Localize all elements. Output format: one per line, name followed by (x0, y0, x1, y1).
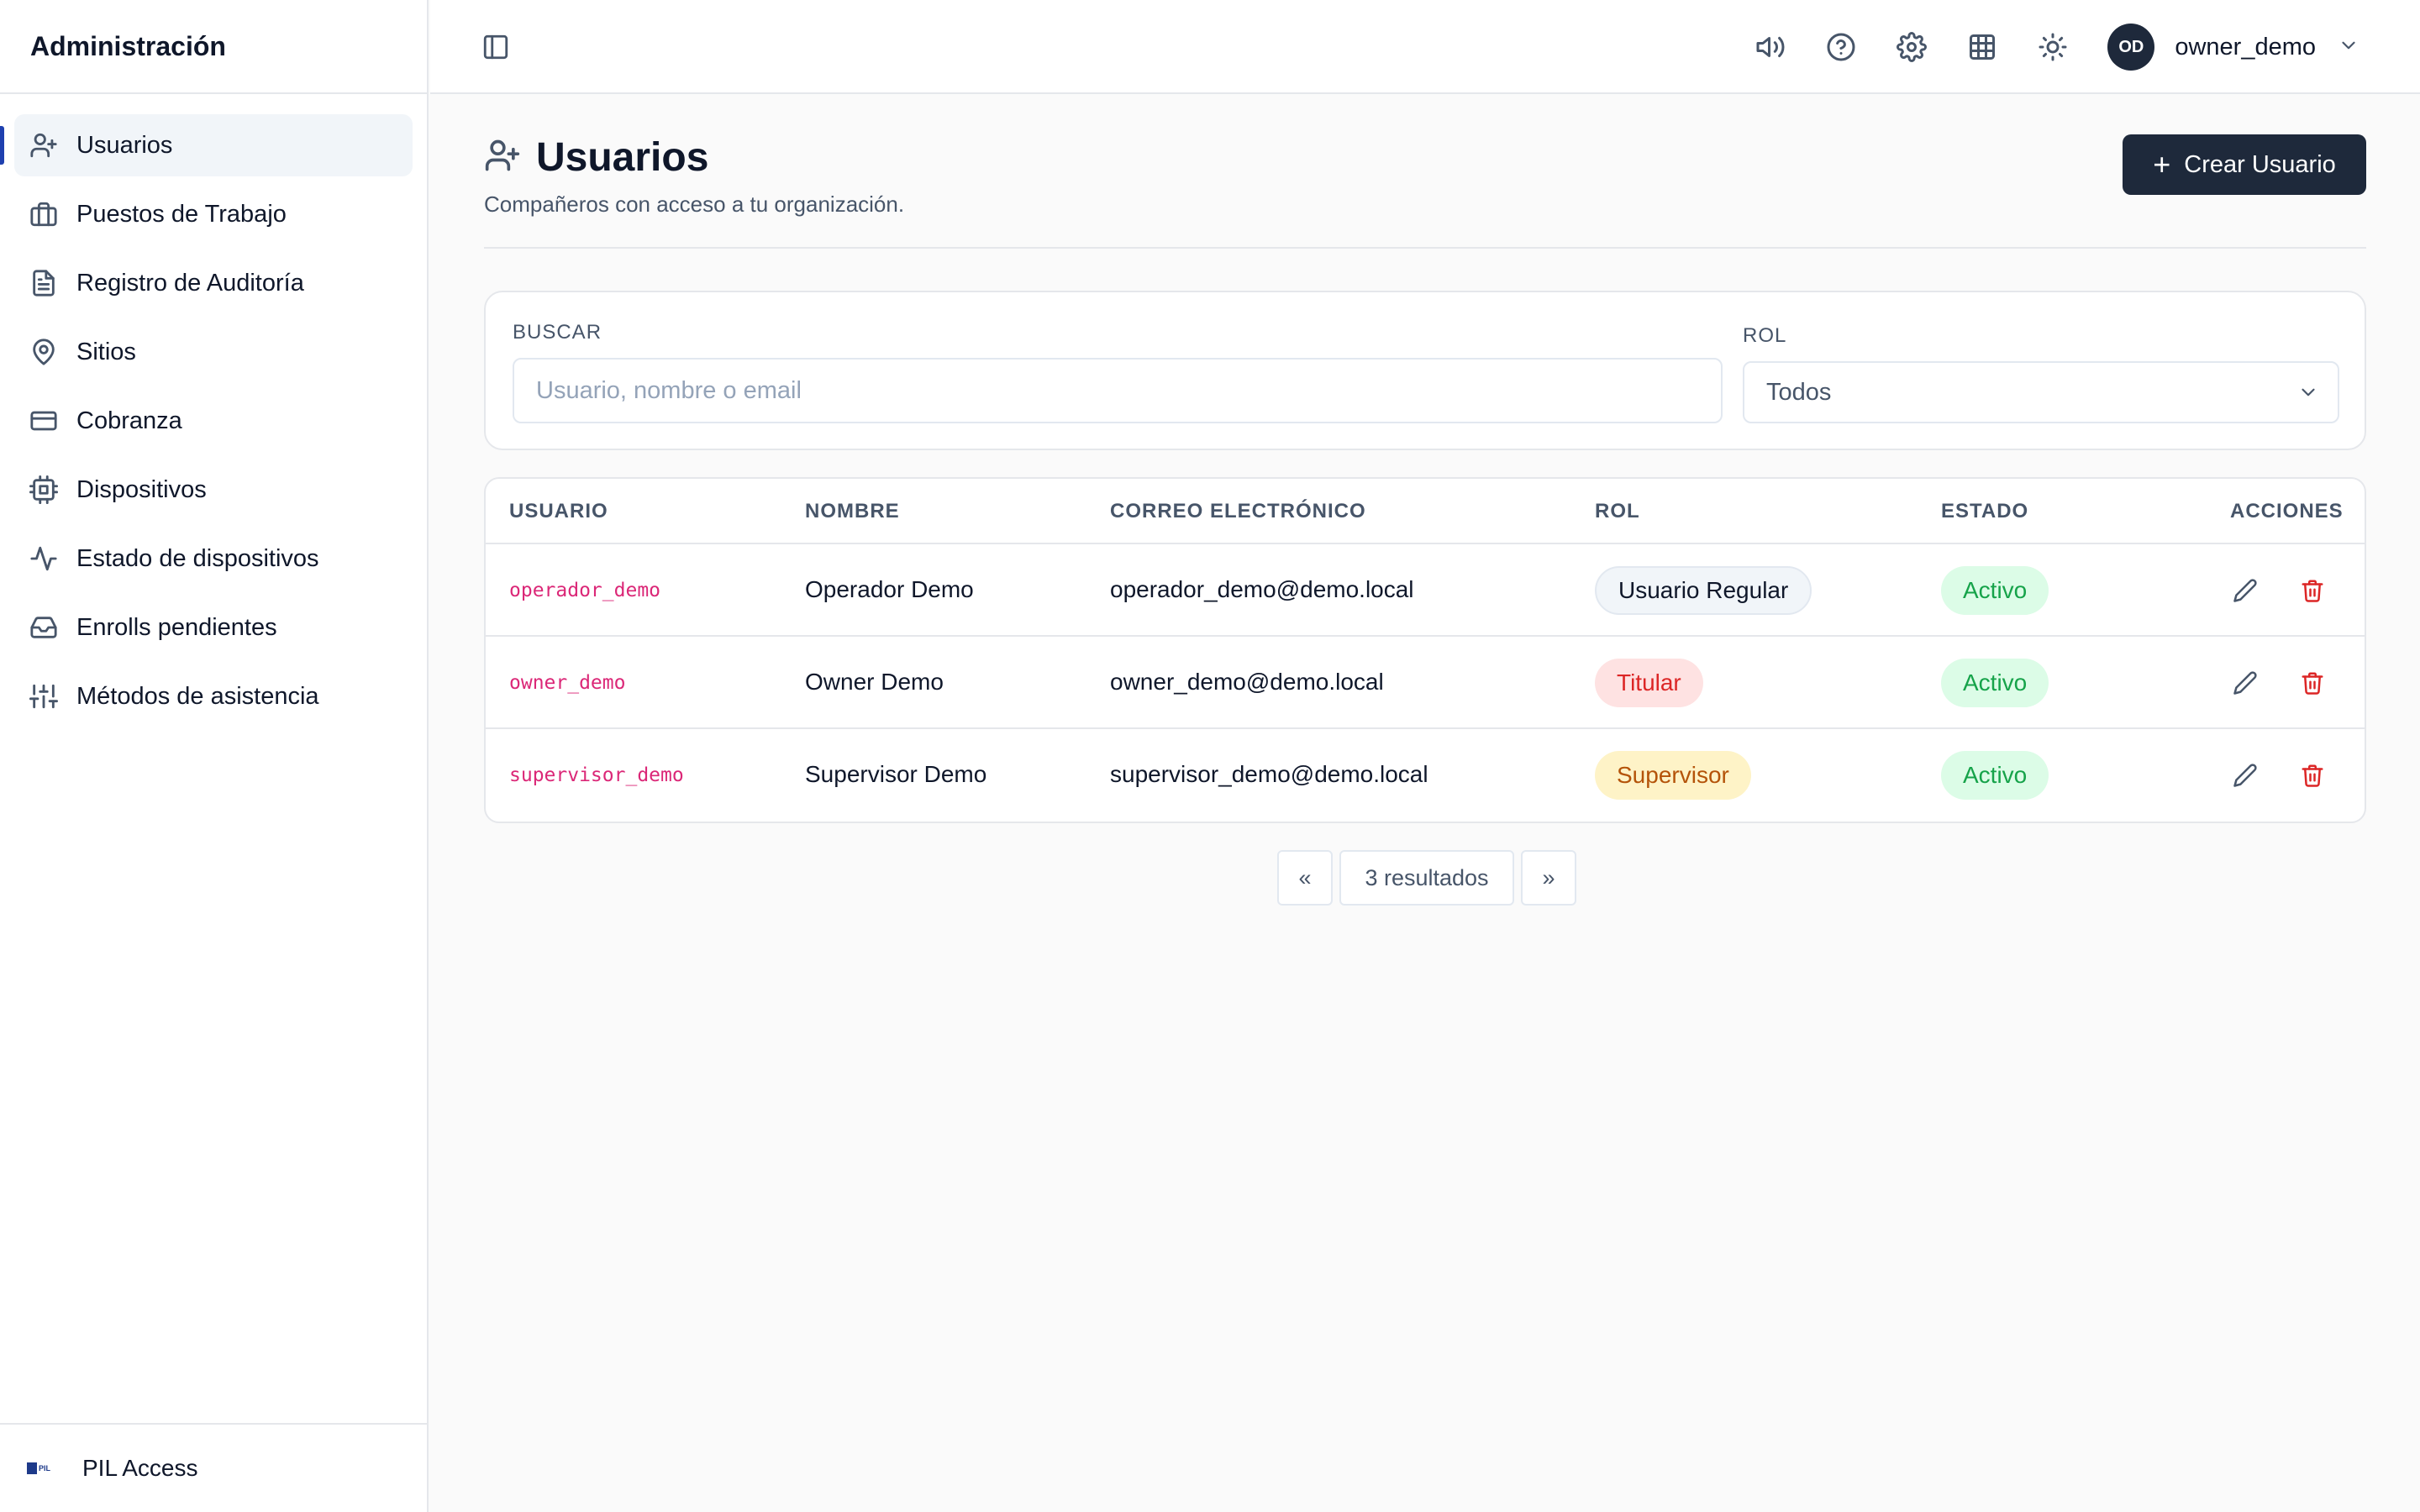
volume-icon[interactable] (1754, 31, 1786, 63)
sliders-icon (29, 682, 58, 711)
sidebar-item-label: Estado de dispositivos (76, 544, 319, 572)
column-header-name: NOMBRE (805, 500, 900, 522)
sidebar-item-sitios[interactable]: Sitios (14, 321, 413, 383)
prev-page-button[interactable]: « (1277, 850, 1333, 906)
edit-icon[interactable] (2231, 669, 2260, 697)
sidebar-item-usuarios[interactable]: Usuarios (0, 114, 413, 176)
sun-icon[interactable] (2037, 31, 2069, 63)
sidebar-item-metodos[interactable]: Métodos de asistencia (14, 665, 413, 727)
inbox-icon (29, 613, 58, 642)
sidebar-item-estado-dispositivos[interactable]: Estado de dispositivos (14, 528, 413, 590)
topbar-actions: OD owner_demo (1754, 0, 2420, 94)
table-row: operador_demo Operador Demo operador_dem… (486, 544, 2365, 637)
column-header-email: CORREO ELECTRÓNICO (1110, 500, 1366, 522)
sidebar-item-label: Sitios (76, 338, 136, 365)
table-row: owner_demo Owner Demo owner_demo@demo.lo… (486, 637, 2365, 729)
sidebar-item-label: Enrolls pendientes (76, 613, 277, 641)
cell-username[interactable]: operador_demo (509, 580, 660, 601)
page-subtitle: Compañeros con acceso a tu organización. (484, 192, 905, 217)
edit-icon[interactable] (2231, 576, 2260, 605)
column-header-actions: ACCIONES (2230, 500, 2344, 522)
cell-name: Owner Demo (805, 669, 944, 695)
sidebar-item-label: Dispositivos (76, 475, 207, 503)
topbar: OD owner_demo (430, 0, 2420, 94)
file-text-icon (29, 269, 58, 297)
role-select-value: Todos (1766, 378, 1832, 406)
role-badge: Supervisor (1595, 751, 1751, 800)
sidebar-footer[interactable]: PIL PIL Access (0, 1423, 427, 1512)
sidebar-item-label: Métodos de asistencia (76, 682, 319, 710)
sidebar-item-auditoria[interactable]: Registro de Auditoría (14, 252, 413, 314)
search-input[interactable] (513, 358, 1723, 423)
users-table: USUARIO NOMBRE CORREO ELECTRÓNICO ROL ES… (484, 477, 2366, 823)
edit-icon[interactable] (2231, 761, 2260, 790)
help-circle-icon[interactable] (1825, 31, 1857, 63)
role-badge: Titular (1595, 659, 1703, 707)
activity-icon (29, 544, 58, 573)
status-badge: Activo (1941, 659, 2049, 707)
chevron-down-icon (2297, 381, 2319, 410)
trash-icon[interactable] (2298, 576, 2327, 605)
sidebar-item-puestos[interactable]: Puestos de Trabajo (14, 183, 413, 245)
sidebar-item-enrolls[interactable]: Enrolls pendientes (14, 596, 413, 659)
sidebar-item-label: Usuarios (76, 131, 173, 159)
sidebar-title: Administración (0, 0, 427, 94)
cell-name: Supervisor Demo (805, 761, 987, 787)
chevron-down-icon (2338, 34, 2360, 60)
sidebar-item-label: Puestos de Trabajo (76, 200, 287, 228)
settings-icon[interactable] (1896, 31, 1928, 63)
column-header-user: USUARIO (509, 500, 608, 522)
search-label: BUSCAR (513, 321, 602, 344)
sidebar-toggle-icon[interactable] (481, 32, 511, 62)
user-plus-icon (29, 131, 58, 160)
sidebar-item-label: Registro de Auditoría (76, 269, 304, 297)
table-row: supervisor_demo Supervisor Demo supervis… (486, 729, 2365, 822)
sidebar-item-label: Cobranza (76, 407, 182, 434)
role-label: ROL (1743, 324, 1787, 347)
pagination: « 3 resultados » (1277, 850, 1576, 906)
create-user-button[interactable]: + Crear Usuario (2123, 134, 2366, 195)
status-badge: Activo (1941, 751, 2049, 800)
cell-username[interactable]: owner_demo (509, 672, 625, 694)
results-count: 3 resultados (1339, 850, 1514, 906)
cell-email: operador_demo@demo.local (1110, 576, 1414, 602)
role-select[interactable]: Todos (1743, 361, 2339, 423)
page-header: Usuarios Compañeros con acceso a tu orga… (484, 94, 2366, 249)
sidebar-item-cobranza[interactable]: Cobranza (14, 390, 413, 452)
user-name: owner_demo (2175, 33, 2316, 60)
plus-icon: + (2153, 147, 2171, 181)
brand-logo: PIL (27, 1458, 57, 1478)
cell-email: owner_demo@demo.local (1110, 669, 1384, 695)
role-badge: Usuario Regular (1595, 566, 1812, 615)
page-title: Usuarios (536, 135, 709, 180)
user-plus-icon (484, 137, 521, 178)
column-header-status: ESTADO (1941, 500, 2029, 522)
grid-icon[interactable] (1966, 31, 1998, 63)
briefcase-icon (29, 200, 58, 228)
brand-label: PIL Access (82, 1455, 198, 1481)
trash-icon[interactable] (2298, 669, 2327, 697)
cell-email: supervisor_demo@demo.local (1110, 761, 1428, 787)
next-page-button[interactable]: » (1521, 850, 1576, 906)
column-header-role: ROL (1595, 500, 1640, 522)
cell-name: Operador Demo (805, 576, 974, 602)
sidebar-item-dispositivos[interactable]: Dispositivos (14, 459, 413, 521)
status-badge: Activo (1941, 566, 2049, 615)
filter-card: BUSCAR ROL Todos (484, 291, 2366, 450)
credit-card-icon (29, 407, 58, 435)
avatar: OD (2107, 24, 2155, 71)
map-pin-icon (29, 338, 58, 366)
cpu-icon (29, 475, 58, 504)
cell-username[interactable]: supervisor_demo (509, 764, 684, 786)
sidebar: Administración Usuarios Puestos de Traba… (0, 0, 429, 1512)
table-header: USUARIO NOMBRE CORREO ELECTRÓNICO ROL ES… (486, 479, 2365, 544)
sidebar-nav: Usuarios Puestos de Trabajo Registro de … (0, 94, 427, 727)
user-menu[interactable]: OD owner_demo (2107, 24, 2360, 71)
trash-icon[interactable] (2298, 761, 2327, 790)
main-content: Usuarios Compañeros con acceso a tu orga… (484, 94, 2366, 906)
create-user-label: Crear Usuario (2184, 150, 2336, 178)
